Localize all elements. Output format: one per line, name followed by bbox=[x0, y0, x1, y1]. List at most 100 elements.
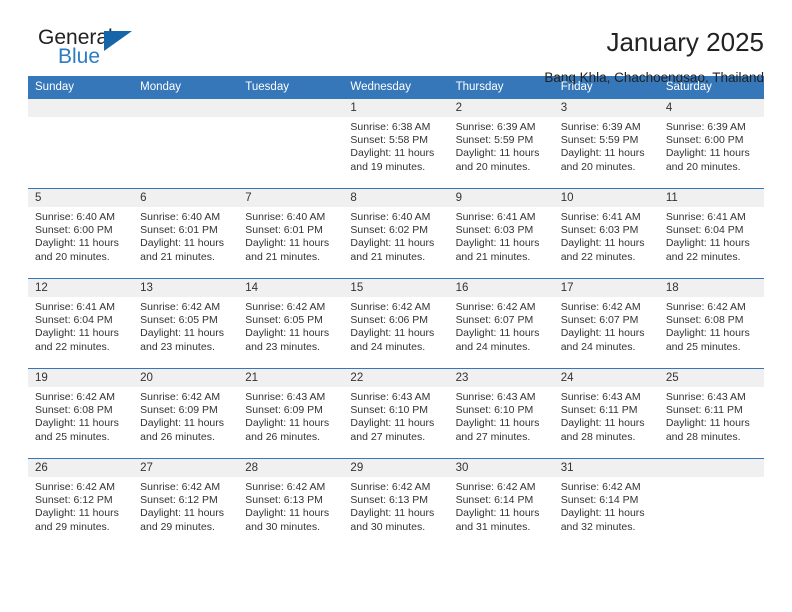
calendar-day-cell[interactable]: 27 Sunrise: 6:42 AM Sunset: 6:12 PM Dayligh… bbox=[133, 458, 239, 549]
daylight-duration: Daylight: 11 hours and 21 minutes. bbox=[140, 237, 224, 263]
sunrise-time: Sunrise: 6:43 AM bbox=[350, 391, 431, 403]
calendar-day-cell[interactable]: 11 Sunrise: 6:41 AM Sunset: 6:04 PM Dayligh… bbox=[658, 188, 764, 279]
day-details: Sunrise: 6:38 AM Sunset: 5:58 PM Daylight:… bbox=[343, 117, 448, 174]
sunrise-time: Sunrise: 6:42 AM bbox=[35, 391, 115, 403]
calendar-day-cell[interactable]: 16 Sunrise: 6:42 AM Sunset: 6:07 PM Dayligh… bbox=[448, 278, 554, 369]
weekday-header-tuesday: Tuesday bbox=[238, 76, 344, 99]
day-number: 8 bbox=[343, 189, 449, 207]
day-number: 19 bbox=[28, 369, 134, 387]
day-details: Sunrise: 6:42 AM Sunset: 6:14 PM Daylight:… bbox=[554, 477, 659, 534]
calendar-day-cell[interactable]: 21 Sunrise: 6:43 AM Sunset: 6:09 PM Dayligh… bbox=[238, 368, 344, 459]
day-number: 17 bbox=[553, 279, 659, 297]
day-number: 28 bbox=[238, 459, 344, 477]
daylight-duration: Daylight: 11 hours and 21 minutes. bbox=[350, 237, 435, 263]
daylight-duration: Daylight: 11 hours and 30 minutes. bbox=[350, 507, 435, 533]
calendar-day-cell[interactable]: 5 Sunrise: 6:40 AM Sunset: 6:00 PM Daylight… bbox=[28, 188, 134, 279]
brand-logo[interactable]: General Blue bbox=[28, 26, 158, 72]
calendar-day-cell[interactable]: 13 Sunrise: 6:42 AM Sunset: 6:05 PM Dayligh… bbox=[133, 278, 239, 369]
day-details: Sunrise: 6:42 AM Sunset: 6:09 PM Daylight:… bbox=[133, 387, 238, 444]
sunset-time: Sunset: 6:09 PM bbox=[140, 404, 218, 417]
calendar-day-cell[interactable]: 2 Sunrise: 6:39 AM Sunset: 5:59 PM Daylight… bbox=[448, 98, 554, 189]
sunset-time: Sunset: 6:01 PM bbox=[140, 224, 218, 237]
day-details: Sunrise: 6:43 AM Sunset: 6:09 PM Daylight:… bbox=[238, 387, 343, 444]
calendar-day-cell[interactable]: 22 Sunrise: 6:43 AM Sunset: 6:10 PM Dayligh… bbox=[343, 368, 449, 459]
day-details: Sunrise: 6:40 AM Sunset: 6:01 PM Daylight:… bbox=[238, 207, 343, 264]
daylight-duration: Daylight: 11 hours and 28 minutes. bbox=[665, 417, 750, 443]
calendar-day-cell[interactable]: 29 Sunrise: 6:42 AM Sunset: 6:13 PM Dayligh… bbox=[343, 458, 449, 549]
daylight-duration: Daylight: 11 hours and 25 minutes. bbox=[35, 417, 119, 443]
calendar-day-cell[interactable]: 24 Sunrise: 6:43 AM Sunset: 6:11 PM Dayligh… bbox=[553, 368, 659, 459]
sunrise-time: Sunrise: 6:43 AM bbox=[665, 391, 746, 403]
day-details: Sunrise: 6:41 AM Sunset: 6:03 PM Daylight:… bbox=[554, 207, 659, 264]
sunrise-time: Sunrise: 6:40 AM bbox=[140, 211, 221, 223]
sunset-time: Sunset: 6:11 PM bbox=[560, 404, 638, 417]
calendar-day-cell[interactable]: 15 Sunrise: 6:42 AM Sunset: 6:06 PM Dayligh… bbox=[343, 278, 449, 369]
calendar-day-cell[interactable]: 9 Sunrise: 6:41 AM Sunset: 6:03 PM Daylight… bbox=[448, 188, 554, 279]
calendar-day-cell[interactable]: 28 Sunrise: 6:42 AM Sunset: 6:13 PM Dayligh… bbox=[238, 458, 344, 549]
day-details: Sunrise: 6:42 AM Sunset: 6:07 PM Daylight:… bbox=[449, 297, 554, 354]
day-details: Sunrise: 6:42 AM Sunset: 6:12 PM Daylight:… bbox=[133, 477, 238, 534]
calendar-day-cell[interactable]: 30 Sunrise: 6:42 AM Sunset: 6:14 PM Dayligh… bbox=[448, 458, 554, 549]
calendar-day-cell[interactable]: 23 Sunrise: 6:43 AM Sunset: 6:10 PM Dayligh… bbox=[448, 368, 554, 459]
sunrise-time: Sunrise: 6:42 AM bbox=[245, 481, 326, 493]
calendar-day-cell[interactable]: 3 Sunrise: 6:39 AM Sunset: 5:59 PM Daylight… bbox=[553, 98, 659, 189]
calendar-empty-cell bbox=[133, 98, 239, 189]
day-number: 23 bbox=[448, 369, 554, 387]
sunrise-time: Sunrise: 6:42 AM bbox=[350, 481, 431, 493]
sunset-time: Sunset: 6:04 PM bbox=[35, 314, 113, 327]
calendar-day-cell[interactable]: 31 Sunrise: 6:42 AM Sunset: 6:14 PM Dayligh… bbox=[553, 458, 659, 549]
sunrise-time: Sunrise: 6:42 AM bbox=[560, 301, 641, 313]
calendar-day-cell[interactable]: 8 Sunrise: 6:40 AM Sunset: 6:02 PM Daylight… bbox=[343, 188, 449, 279]
day-details: Sunrise: 6:41 AM Sunset: 6:03 PM Daylight:… bbox=[449, 207, 554, 264]
sunrise-time: Sunrise: 6:42 AM bbox=[245, 301, 326, 313]
calendar-day-cell[interactable]: 14 Sunrise: 6:42 AM Sunset: 6:05 PM Dayligh… bbox=[238, 278, 344, 369]
daylight-duration: Daylight: 11 hours and 22 minutes. bbox=[35, 327, 119, 353]
sunset-time: Sunset: 6:01 PM bbox=[245, 224, 323, 237]
sunrise-time: Sunrise: 6:43 AM bbox=[560, 391, 641, 403]
day-number bbox=[658, 459, 764, 477]
sunset-time: Sunset: 6:07 PM bbox=[455, 314, 534, 327]
sunrise-time: Sunrise: 6:41 AM bbox=[455, 211, 536, 223]
daylight-duration: Daylight: 11 hours and 24 minutes. bbox=[455, 327, 540, 353]
day-details: Sunrise: 6:43 AM Sunset: 6:11 PM Daylight:… bbox=[554, 387, 659, 444]
calendar-page: General Blue January 2025 Bang Khla, Cha… bbox=[0, 0, 792, 612]
daylight-duration: Daylight: 11 hours and 20 minutes. bbox=[560, 147, 645, 173]
calendar-day-cell[interactable]: 6 Sunrise: 6:40 AM Sunset: 6:01 PM Daylight… bbox=[133, 188, 239, 279]
calendar-day-cell[interactable]: 12 Sunrise: 6:41 AM Sunset: 6:04 PM Dayligh… bbox=[28, 278, 134, 369]
sunset-time: Sunset: 6:06 PM bbox=[350, 314, 429, 327]
daylight-duration: Daylight: 11 hours and 19 minutes. bbox=[350, 147, 435, 173]
day-details: Sunrise: 6:41 AM Sunset: 6:04 PM Daylight:… bbox=[28, 297, 133, 354]
calendar-day-cell[interactable]: 20 Sunrise: 6:42 AM Sunset: 6:09 PM Dayligh… bbox=[133, 368, 239, 459]
calendar-day-cell[interactable]: 10 Sunrise: 6:41 AM Sunset: 6:03 PM Dayligh… bbox=[553, 188, 659, 279]
day-details: Sunrise: 6:42 AM Sunset: 6:08 PM Daylight:… bbox=[28, 387, 133, 444]
day-details: Sunrise: 6:42 AM Sunset: 6:05 PM Daylight:… bbox=[133, 297, 238, 354]
day-number: 9 bbox=[448, 189, 554, 207]
title-block: January 2025 Bang Khla, Chachoengsao, Th… bbox=[544, 26, 764, 88]
brand-name-blue: Blue bbox=[58, 45, 101, 68]
sunrise-time: Sunrise: 6:40 AM bbox=[245, 211, 326, 223]
calendar-day-cell[interactable]: 19 Sunrise: 6:42 AM Sunset: 6:08 PM Dayligh… bbox=[28, 368, 134, 459]
calendar-week-row: 12 Sunrise: 6:41 AM Sunset: 6:04 PM Dayligh… bbox=[28, 278, 764, 369]
day-details: Sunrise: 6:42 AM Sunset: 6:12 PM Daylight:… bbox=[28, 477, 133, 534]
sunset-time: Sunset: 6:10 PM bbox=[455, 404, 534, 417]
daylight-duration: Daylight: 11 hours and 29 minutes. bbox=[35, 507, 119, 533]
daylight-duration: Daylight: 11 hours and 29 minutes. bbox=[140, 507, 224, 533]
calendar-day-cell[interactable]: 1 Sunrise: 6:38 AM Sunset: 5:58 PM Daylight… bbox=[343, 98, 449, 189]
day-number: 5 bbox=[28, 189, 134, 207]
sunset-time: Sunset: 5:59 PM bbox=[560, 134, 639, 147]
calendar-day-cell[interactable]: 7 Sunrise: 6:40 AM Sunset: 6:01 PM Daylight… bbox=[238, 188, 344, 279]
calendar-day-cell[interactable]: 4 Sunrise: 6:39 AM Sunset: 6:00 PM Daylight… bbox=[658, 98, 764, 189]
page-header: General Blue January 2025 Bang Khla, Cha… bbox=[28, 0, 764, 85]
daylight-duration: Daylight: 11 hours and 20 minutes. bbox=[35, 237, 119, 263]
calendar-week-row: 5 Sunrise: 6:40 AM Sunset: 6:00 PM Daylight… bbox=[28, 188, 764, 279]
calendar-day-cell[interactable]: 25 Sunrise: 6:43 AM Sunset: 6:11 PM Dayligh… bbox=[658, 368, 764, 459]
weekday-header-monday: Monday bbox=[133, 76, 239, 99]
calendar-day-cell[interactable]: 26 Sunrise: 6:42 AM Sunset: 6:12 PM Dayligh… bbox=[28, 458, 134, 549]
calendar-day-cell[interactable]: 18 Sunrise: 6:42 AM Sunset: 6:08 PM Dayligh… bbox=[658, 278, 764, 369]
page-title: January 2025 bbox=[606, 27, 764, 57]
calendar-week-row: 26 Sunrise: 6:42 AM Sunset: 6:12 PM Dayligh… bbox=[28, 458, 764, 549]
calendar-day-cell[interactable]: 17 Sunrise: 6:42 AM Sunset: 6:07 PM Dayligh… bbox=[553, 278, 659, 369]
sunset-time: Sunset: 6:03 PM bbox=[455, 224, 534, 237]
daylight-duration: Daylight: 11 hours and 20 minutes. bbox=[665, 147, 750, 173]
sunrise-time: Sunrise: 6:42 AM bbox=[35, 481, 115, 493]
